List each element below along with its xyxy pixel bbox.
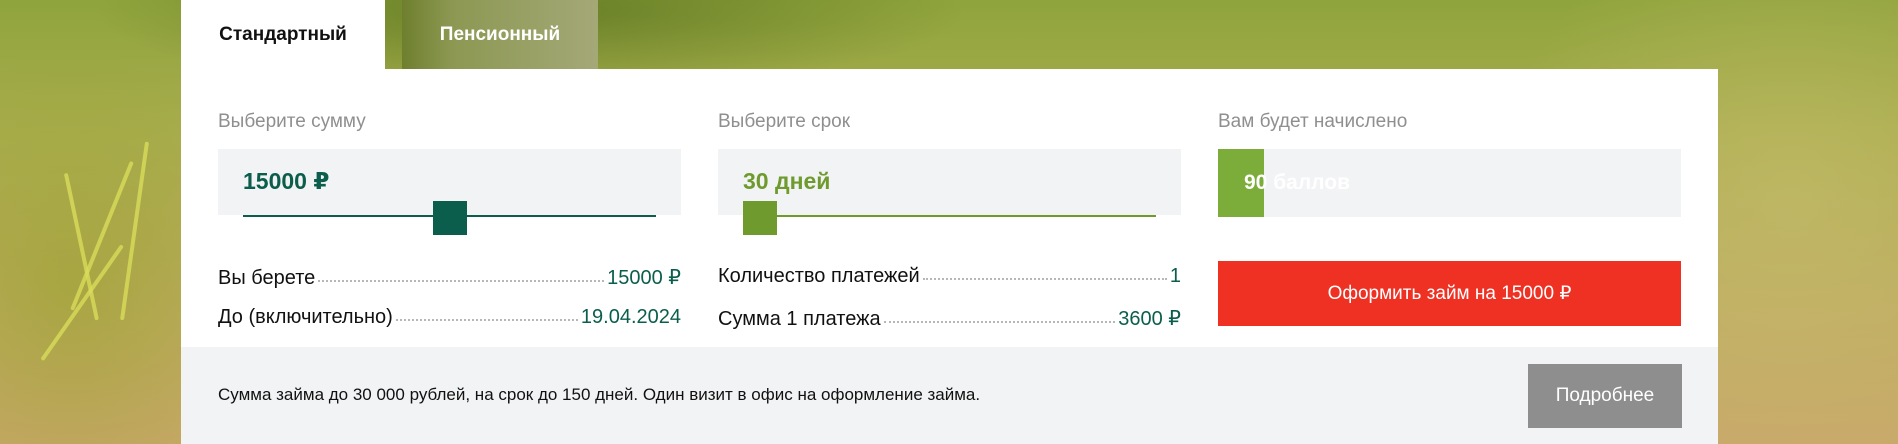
- tab-standard[interactable]: Стандартный: [181, 0, 385, 69]
- summary-label: До (включительно): [218, 306, 393, 328]
- dotted-leader: [318, 280, 605, 282]
- info-footer: Сумма займа до 30 000 рублей, на срок до…: [181, 347, 1718, 444]
- summary-label: Количество платежей: [718, 265, 920, 287]
- summary-row-payments-count: Количество платежей 1: [718, 265, 1181, 288]
- summary-value: 3600 ₽: [1118, 308, 1181, 330]
- summary-label: Вы берете: [218, 267, 316, 289]
- amount-value: 15000 ₽: [243, 168, 330, 194]
- apply-loan-button[interactable]: Оформить займ на 15000 ₽: [1218, 261, 1681, 326]
- term-slider-thumb[interactable]: [743, 201, 777, 235]
- dotted-leader: [922, 278, 1167, 280]
- amount-label: Выберите сумму: [218, 111, 366, 132]
- summary-row-payment-amount: Сумма 1 платежа 3600 ₽: [718, 306, 1181, 331]
- amount-slider-thumb[interactable]: [432, 201, 467, 235]
- loan-calculator-panel: Выберите сумму 15000 ₽ Вы берете 15000 ₽…: [181, 69, 1718, 347]
- summary-row-due-date: До (включительно) 19.04.2024: [218, 306, 681, 329]
- loan-type-tabs: Стандартный Пенсионный: [181, 0, 598, 69]
- points-label: Вам будет начислено: [1218, 111, 1408, 132]
- summary-value: 1: [1169, 265, 1181, 287]
- term-label: Выберите срок: [718, 111, 851, 132]
- summary-label: Сумма 1 платежа: [718, 308, 881, 330]
- summary-row-amount: Вы берете 15000 ₽: [218, 265, 681, 290]
- background-grass: [120, 141, 150, 321]
- term-slider-track[interactable]: [743, 215, 1156, 217]
- dotted-leader: [395, 319, 578, 321]
- summary-value: 15000 ₽: [607, 267, 681, 289]
- points-value: 90 баллов: [1244, 171, 1350, 194]
- footer-info-text: Сумма займа до 30 000 рублей, на срок до…: [218, 385, 981, 404]
- tab-pension[interactable]: Пенсионный: [402, 0, 598, 69]
- points-display: 90 баллов: [1218, 149, 1681, 217]
- term-value: 30 дней: [743, 168, 831, 194]
- more-details-button[interactable]: Подробнее: [1528, 364, 1682, 428]
- dotted-leader: [883, 321, 1116, 323]
- summary-value: 19.04.2024: [580, 306, 681, 328]
- term-display: 30 дней: [718, 149, 1181, 215]
